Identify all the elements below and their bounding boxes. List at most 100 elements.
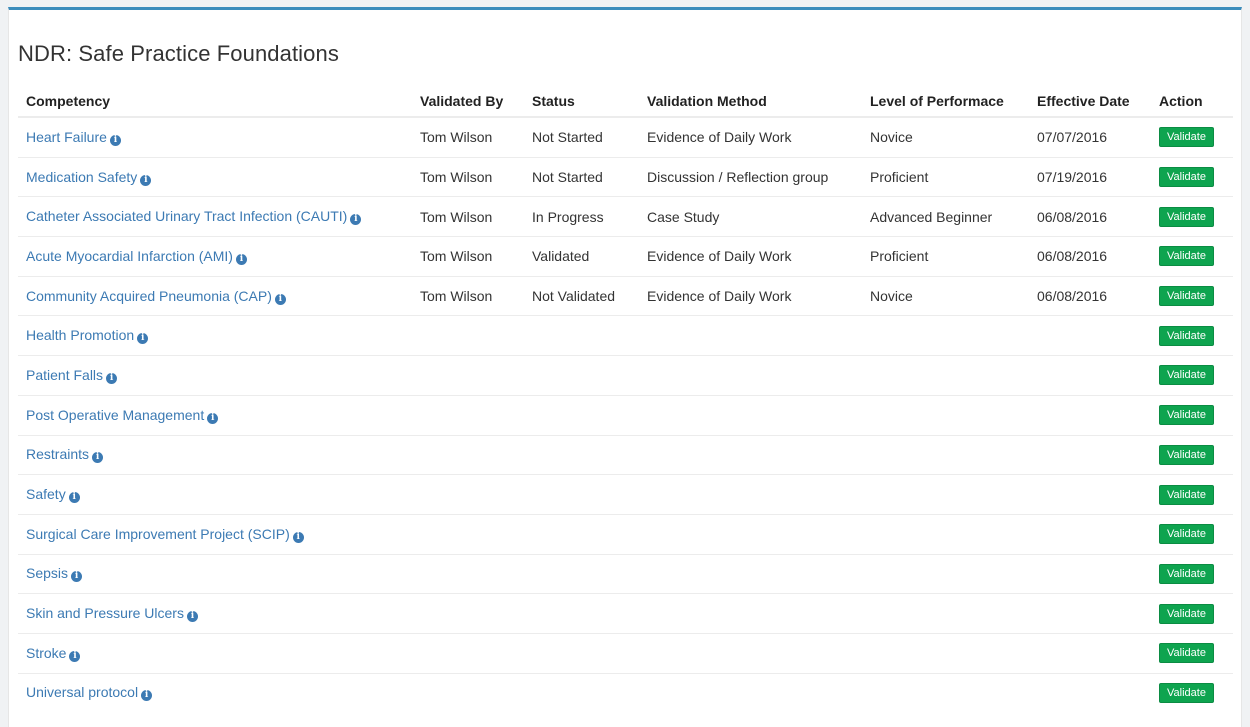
status-cell: Validated: [524, 236, 639, 277]
competency-link[interactable]: Safety: [26, 486, 66, 502]
competency-cell: Stroke i: [18, 632, 412, 674]
competency-link[interactable]: Catheter Associated Urinary Tract Infect…: [26, 208, 347, 224]
competency-table: Competency Validated By Status Validatio…: [18, 85, 1233, 713]
status-cell: Not Started: [524, 156, 639, 197]
table-row: Patient Falls i Validate: [18, 355, 1233, 396]
competency-link[interactable]: Health Promotion: [26, 327, 134, 343]
info-circle-icon[interactable]: i: [137, 333, 149, 345]
validate-button[interactable]: Validate: [1159, 444, 1214, 465]
table-row: Stroke i Validate: [18, 632, 1233, 674]
competency-cell: Community Acquired Pneumonia (CAP) i: [18, 275, 412, 316]
info-circle-icon[interactable]: i: [69, 650, 81, 662]
table-row: Catheter Associated Urinary Tract Infect…: [18, 196, 1233, 237]
info-circle-icon[interactable]: i: [106, 372, 118, 384]
column-header-competency: Competency: [18, 85, 412, 118]
validate-button[interactable]: Validate: [1159, 484, 1214, 505]
level-of-performance-cell: [862, 434, 1029, 475]
competency-link[interactable]: Skin and Pressure Ulcers: [26, 605, 184, 621]
validate-button[interactable]: Validate: [1159, 325, 1214, 346]
validate-button[interactable]: Validate: [1159, 524, 1214, 545]
effective-date-cell: 06/08/2016: [1029, 275, 1151, 316]
competency-cell: Safety i: [18, 474, 412, 515]
validation-method-cell: [639, 513, 862, 555]
validate-button[interactable]: Validate: [1159, 167, 1214, 188]
effective-date-cell: [1029, 394, 1151, 435]
action-cell: Validate: [1151, 117, 1233, 157]
status-cell: [524, 434, 639, 475]
info-circle-icon[interactable]: i: [140, 174, 152, 186]
info-circle-icon[interactable]: i: [207, 412, 219, 424]
action-cell: Validate: [1151, 513, 1233, 555]
status-cell: [524, 355, 639, 396]
effective-date-cell: [1029, 672, 1151, 713]
page-title: NDR: Safe Practice Foundations: [18, 41, 339, 66]
level-of-performance-cell: [862, 315, 1029, 356]
effective-date-cell: [1029, 315, 1151, 356]
competency-cell: Sepsis i: [18, 553, 412, 594]
competency-link[interactable]: Patient Falls: [26, 367, 103, 383]
validate-button[interactable]: Validate: [1159, 643, 1214, 664]
validate-button[interactable]: Validate: [1159, 682, 1214, 703]
validate-button[interactable]: Validate: [1159, 127, 1214, 148]
status-cell: [524, 513, 639, 555]
competency-link[interactable]: Medication Safety: [26, 169, 137, 185]
validation-method-cell: Discussion / Reflection group: [639, 156, 862, 197]
effective-date-cell: 07/19/2016: [1029, 156, 1151, 197]
table-row: Acute Myocardial Infarction (AMI) i Tom Wi…: [18, 236, 1233, 277]
validate-button[interactable]: Validate: [1159, 206, 1214, 227]
action-cell: Validate: [1151, 196, 1233, 237]
info-circle-icon[interactable]: i: [71, 571, 83, 583]
competency-link[interactable]: Post Operative Management: [26, 407, 204, 423]
info-circle-icon[interactable]: i: [350, 214, 362, 226]
validate-button[interactable]: Validate: [1159, 603, 1214, 624]
validate-button[interactable]: Validate: [1159, 246, 1214, 267]
level-of-performance-cell: Proficient: [862, 236, 1029, 277]
validation-method-cell: [639, 593, 862, 634]
competency-link[interactable]: Community Acquired Pneumonia (CAP): [26, 288, 272, 304]
validated-by-cell: [412, 632, 524, 674]
competency-link[interactable]: Sepsis: [26, 565, 68, 581]
info-circle-icon[interactable]: i: [68, 492, 80, 504]
validate-button[interactable]: Validate: [1159, 405, 1214, 426]
competency-link[interactable]: Surgical Care Improvement Project (SCIP): [26, 526, 290, 542]
info-circle-icon[interactable]: i: [109, 134, 121, 146]
validate-button[interactable]: Validate: [1159, 286, 1214, 307]
info-circle-icon[interactable]: i: [92, 452, 104, 464]
action-cell: Validate: [1151, 236, 1233, 277]
validate-button[interactable]: Validate: [1159, 563, 1214, 584]
level-of-performance-cell: Proficient: [862, 156, 1029, 197]
status-cell: [524, 315, 639, 356]
competency-panel: NDR: Safe Practice Foundations Competenc…: [8, 7, 1242, 727]
validated-by-cell: Tom Wilson: [412, 275, 524, 316]
level-of-performance-cell: Novice: [870, 129, 913, 146]
table-body: Heart Failure i Tom Wilson Not Started Evide…: [18, 117, 1233, 713]
validated-by-cell: [412, 593, 524, 634]
validated-by-cell: Tom Wilson: [420, 129, 493, 146]
competency-link[interactable]: Universal protocol: [26, 684, 138, 700]
column-header-action: Action: [1151, 85, 1233, 118]
info-circle-icon[interactable]: i: [235, 253, 247, 265]
competency-link[interactable]: Stroke: [26, 645, 66, 661]
status-cell: [524, 474, 639, 515]
status-cell: Not Validated: [524, 275, 639, 316]
validation-method-cell: [639, 355, 862, 396]
table-row: Sepsis i Validate: [18, 553, 1233, 594]
column-header-validated-by: Validated By: [412, 85, 524, 118]
validation-method-cell: [639, 394, 862, 435]
competency-link[interactable]: Acute Myocardial Infarction (AMI): [26, 248, 233, 264]
info-circle-icon[interactable]: i: [292, 531, 304, 543]
info-circle-icon[interactable]: i: [186, 611, 198, 623]
info-circle-icon[interactable]: i: [274, 293, 286, 305]
validation-method-cell: [639, 553, 862, 594]
validate-button[interactable]: Validate: [1159, 365, 1214, 386]
competency-link[interactable]: Heart Failure: [26, 129, 107, 145]
action-cell: Validate: [1151, 672, 1233, 713]
status-cell: [524, 593, 639, 634]
competency-link[interactable]: Restraints: [26, 446, 89, 462]
table-row: Community Acquired Pneumonia (CAP) i Tom W…: [18, 275, 1233, 316]
info-circle-icon[interactable]: i: [141, 690, 153, 702]
validation-method-cell: [639, 474, 862, 515]
table-row: Health Promotion i Validate: [18, 315, 1233, 356]
table-row: Skin and Pressure Ulcers i Validate: [18, 593, 1233, 634]
level-of-performance-cell: Novice: [862, 275, 1029, 316]
